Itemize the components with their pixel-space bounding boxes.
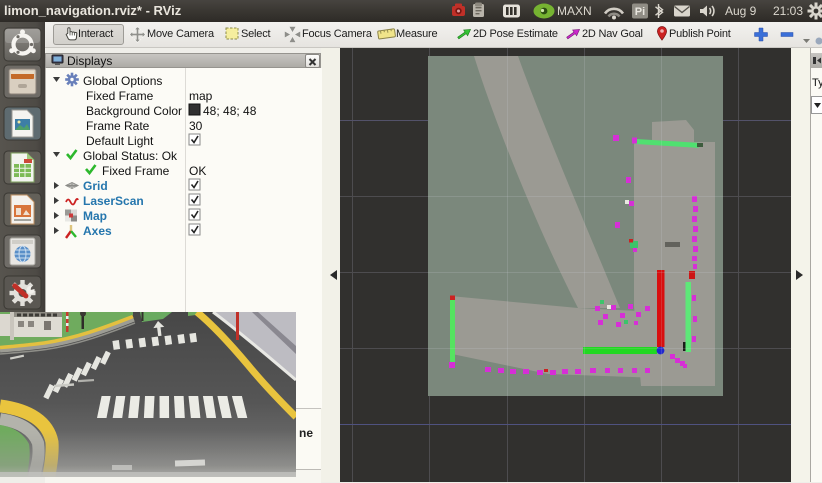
svg-text:Pi: Pi [635,6,645,18]
